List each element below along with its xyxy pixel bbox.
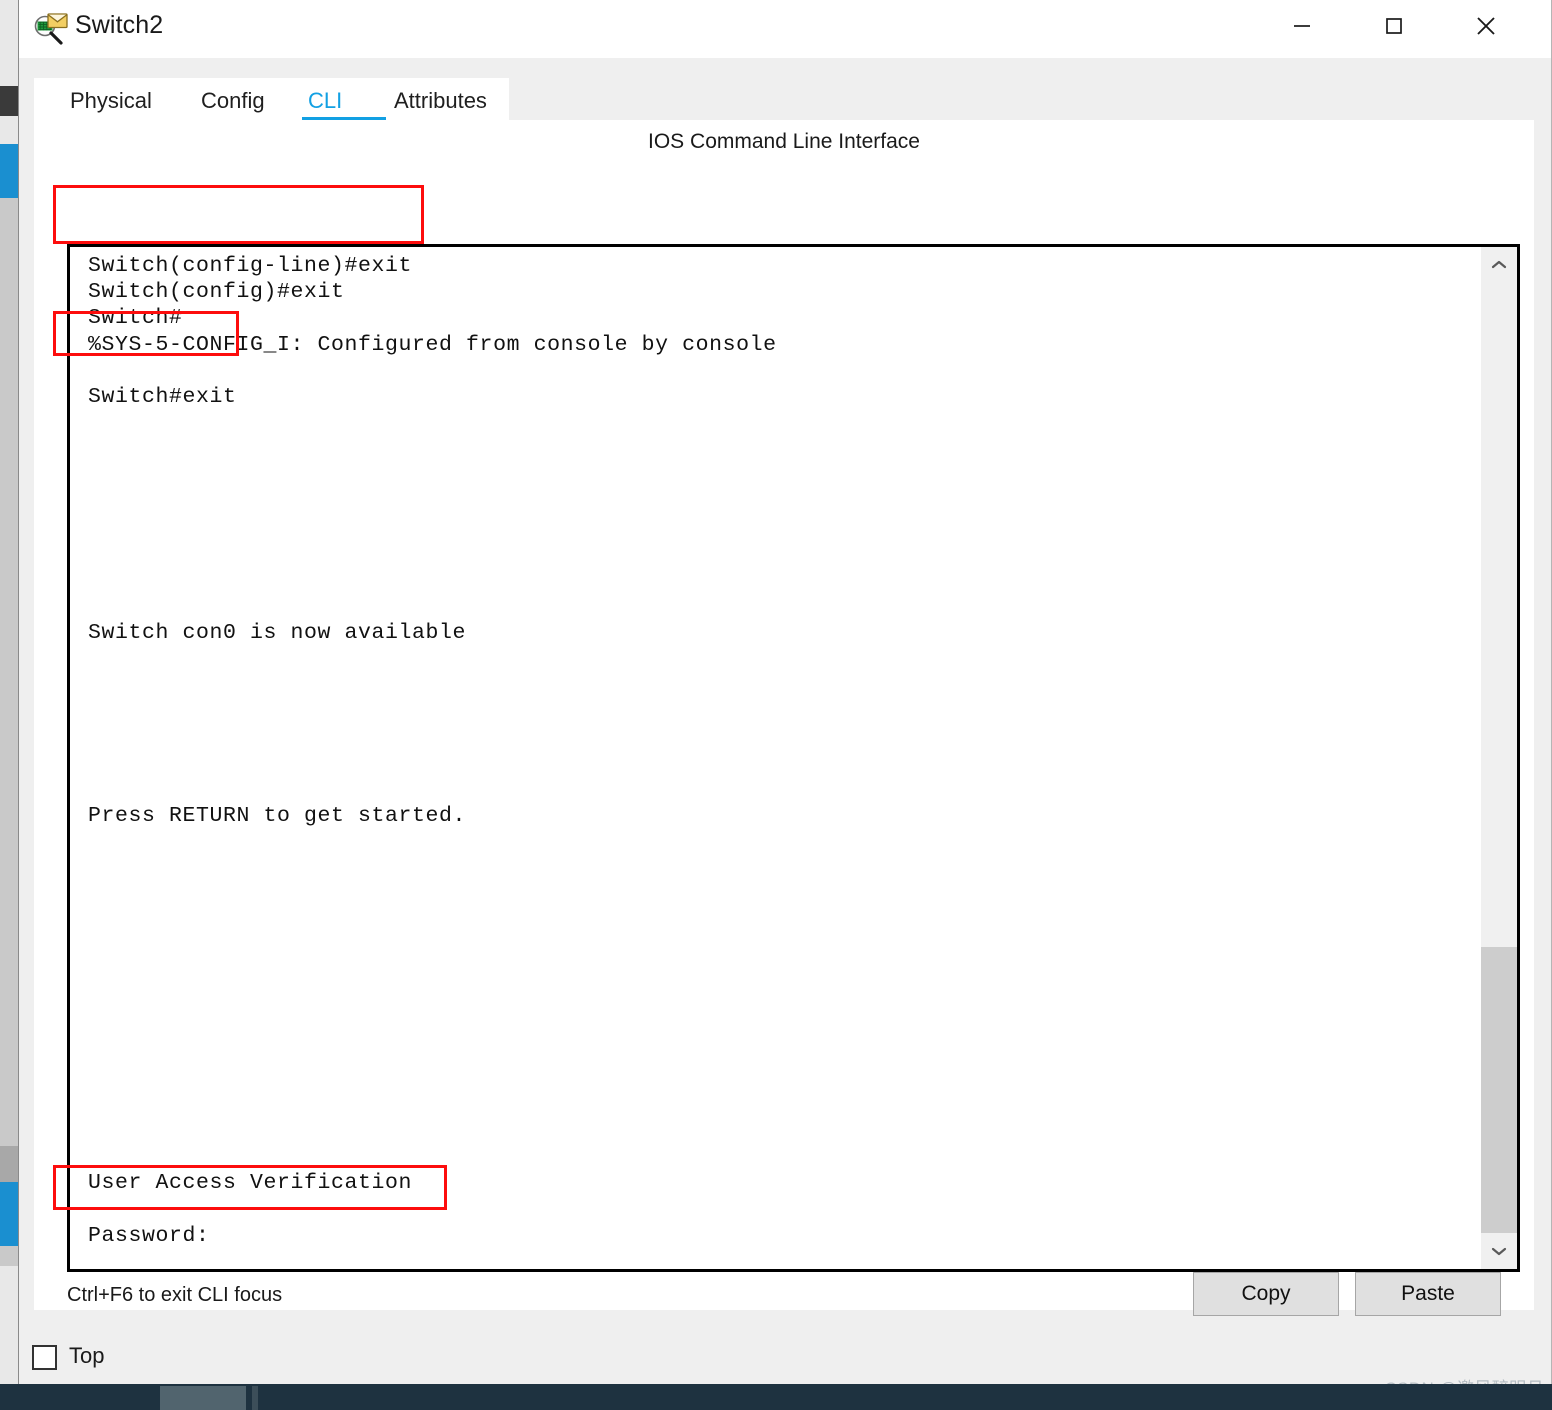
close-icon	[1477, 17, 1495, 35]
taskbar-item[interactable]	[160, 1386, 246, 1410]
scrollbar-thumb[interactable]	[1481, 947, 1517, 1243]
chevron-up-icon	[1491, 260, 1507, 269]
cli-header-title: IOS Command Line Interface	[648, 130, 920, 153]
cli-terminal[interactable]: Switch(config-line)#exit Switch(config)#…	[67, 244, 1520, 1272]
top-checkbox[interactable]	[32, 1345, 57, 1370]
tab-physical[interactable]: Physical	[68, 78, 154, 124]
window-footer: Top	[19, 1328, 1551, 1386]
inspect-envelope-icon	[34, 13, 68, 45]
screen: Switch2 Physical Config CLI Attributes I…	[0, 0, 1552, 1410]
top-checkbox-label: Top	[69, 1343, 105, 1368]
close-button[interactable]	[1455, 0, 1517, 52]
window-title: Switch2	[75, 11, 164, 39]
paste-button-label: Paste	[1401, 1282, 1455, 1305]
background-window-strip	[0, 116, 18, 144]
tab-bar: Physical Config CLI Attributes	[34, 78, 1534, 124]
tab-physical-label: Physical	[70, 88, 152, 113]
background-window-strip	[0, 86, 18, 116]
tab-attributes-label: Attributes	[394, 88, 487, 113]
chevron-down-icon	[1491, 1247, 1507, 1256]
background-window-strip	[0, 0, 18, 86]
taskbar-separator	[252, 1386, 258, 1410]
background-window-strip	[0, 1266, 18, 1387]
scroll-down-button[interactable]	[1481, 1233, 1517, 1269]
tab-attributes[interactable]: Attributes	[392, 78, 489, 124]
maximize-icon	[1386, 18, 1402, 34]
copy-button[interactable]: Copy	[1193, 1272, 1339, 1316]
background-window-strip	[0, 198, 18, 1146]
minimize-button[interactable]	[1271, 0, 1333, 52]
scroll-up-button[interactable]	[1481, 247, 1517, 283]
background-window-strip	[0, 1182, 18, 1246]
background-window-strip	[0, 1246, 18, 1266]
tab-config-label: Config	[201, 88, 265, 113]
copy-button-label: Copy	[1241, 1282, 1291, 1305]
minimize-icon	[1294, 25, 1310, 27]
os-taskbar	[0, 1384, 1552, 1410]
cli-panel: IOS Command Line Interface Switch(config…	[34, 120, 1534, 1316]
paste-button[interactable]: Paste	[1355, 1272, 1501, 1316]
background-window-strip	[0, 1146, 18, 1182]
window-body: Physical Config CLI Attributes IOS Comma…	[19, 58, 1551, 1328]
tab-config[interactable]: Config	[199, 78, 267, 124]
cli-scrollbar[interactable]	[1481, 247, 1517, 1269]
cli-terminal-text: Switch(config-line)#exit Switch(config)#…	[88, 254, 777, 1248]
device-window: Switch2 Physical Config CLI Attributes I…	[18, 0, 1552, 1387]
window-titlebar: Switch2	[19, 0, 1551, 59]
maximize-button[interactable]	[1363, 0, 1425, 52]
cli-focus-hint: Ctrl+F6 to exit CLI focus	[67, 1284, 283, 1306]
background-window-strip	[0, 144, 18, 198]
tab-cli-label: CLI	[308, 88, 343, 113]
